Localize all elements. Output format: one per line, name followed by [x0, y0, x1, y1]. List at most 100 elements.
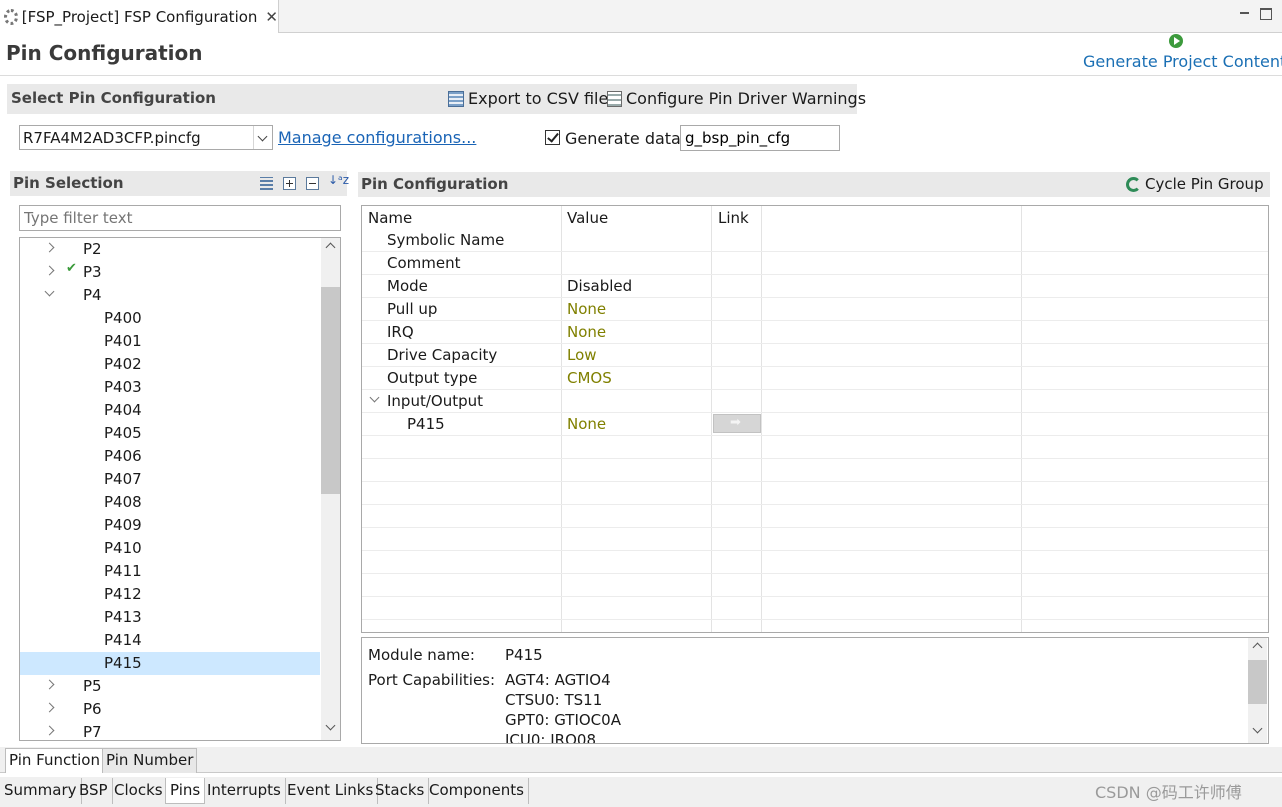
export-csv-button[interactable]: Export to CSV file — [448, 89, 608, 108]
grid-empty-row — [362, 436, 1268, 459]
scroll-up-icon[interactable] — [321, 238, 340, 258]
grid-row[interactable]: Output type CMOS — [362, 367, 1268, 390]
capability-item: GPT0: GTIOC0A — [505, 711, 621, 729]
editor-tab-summary[interactable]: Summary — [0, 778, 82, 804]
property-value[interactable]: CMOS — [567, 369, 612, 387]
grid-row[interactable]: Mode Disabled — [362, 275, 1268, 298]
tree-item[interactable]: ✔ P3 — [20, 261, 320, 284]
editor-tab-bsp[interactable]: BSP — [75, 778, 113, 804]
chevron-right-icon[interactable] — [44, 265, 55, 276]
pin-filter-input[interactable] — [19, 205, 341, 231]
tree-item[interactable]: P411 — [20, 560, 320, 583]
tree-item[interactable]: P406 — [20, 445, 320, 468]
column-header-name[interactable]: Name — [368, 209, 412, 227]
editor-tab-event-links[interactable]: Event Links — [283, 778, 379, 804]
property-name: P415 — [407, 415, 445, 433]
generate-project-content-button[interactable]: Generate Project Content — [1082, 32, 1282, 72]
close-icon[interactable]: ✕ — [265, 8, 278, 26]
editor-tab-clocks[interactable]: Clocks — [110, 778, 168, 804]
grid-row[interactable]: IRQ None — [362, 321, 1268, 344]
grid-row[interactable]: Pull up None — [362, 298, 1268, 321]
chevron-right-icon[interactable] — [44, 702, 55, 713]
grid-row[interactable]: P415 None — [362, 413, 1268, 436]
property-value[interactable]: Low — [567, 346, 597, 364]
tree-item[interactable]: P412 — [20, 583, 320, 606]
property-value[interactable]: None — [567, 323, 606, 341]
chevron-down-icon[interactable] — [44, 286, 55, 297]
tree-scroll-thumb[interactable] — [321, 287, 340, 494]
editor-tab-interrupts[interactable]: Interrupts — [203, 778, 286, 804]
export-csv-label: Export to CSV file — [468, 89, 609, 108]
info-scroll-thumb[interactable] — [1248, 660, 1267, 704]
link-arrow-button[interactable] — [713, 414, 761, 433]
tree-item[interactable]: P414 — [20, 629, 320, 652]
scroll-up-icon[interactable] — [1248, 638, 1267, 658]
configure-warnings-button[interactable]: Configure Pin Driver Warnings — [607, 89, 866, 108]
list-view-icon[interactable] — [260, 177, 273, 190]
tree-item[interactable]: P402 — [20, 353, 320, 376]
info-scrollbar[interactable] — [1248, 638, 1267, 743]
select-pin-configuration-bar: Select Pin Configuration Export to CSV f… — [7, 84, 866, 114]
editor-tab-pins[interactable]: Pins — [165, 778, 206, 804]
editor-tab-components[interactable]: Components — [425, 778, 529, 804]
property-name: Mode — [387, 277, 428, 295]
tree-item[interactable]: P404 — [20, 399, 320, 422]
tree-item[interactable]: P407 — [20, 468, 320, 491]
tree-item[interactable]: P5 — [20, 675, 320, 698]
expand-all-icon[interactable] — [283, 177, 296, 190]
tree-item[interactable]: P410 — [20, 537, 320, 560]
chevron-right-icon[interactable] — [44, 725, 55, 736]
tree-item[interactable]: P408 — [20, 491, 320, 514]
column-header-value[interactable]: Value — [567, 209, 608, 227]
tree-item[interactable]: P403 — [20, 376, 320, 399]
tree-item-label: P412 — [104, 585, 142, 603]
grid-row[interactable]: Comment — [362, 252, 1268, 275]
tree-item[interactable]: P2 — [20, 238, 320, 261]
port-capabilities-label: Port Capabilities: — [368, 671, 496, 689]
tree-item[interactable]: P415 — [20, 652, 320, 675]
scroll-down-icon[interactable] — [1248, 723, 1267, 743]
manage-configurations-link[interactable]: Manage configurations... — [278, 128, 476, 147]
column-header-link[interactable]: Link — [718, 209, 749, 227]
sort-az-icon[interactable]: ↓ᵃz — [328, 173, 349, 187]
chevron-down-icon[interactable] — [253, 126, 272, 149]
tree-item-label: P411 — [104, 562, 142, 580]
chevron-down-icon[interactable] — [369, 392, 380, 403]
collapse-all-icon[interactable] — [306, 177, 319, 190]
maximize-icon[interactable] — [1258, 6, 1274, 22]
property-value[interactable]: None — [567, 300, 606, 318]
property-name: Pull up — [387, 300, 438, 318]
grid-row[interactable]: Drive Capacity Low — [362, 344, 1268, 367]
tree-item[interactable]: P409 — [20, 514, 320, 537]
chevron-right-icon[interactable] — [44, 679, 55, 690]
cycle-pin-group-button[interactable]: Cycle Pin Group — [1126, 175, 1264, 193]
tree-item-label: P409 — [104, 516, 142, 534]
tree-item[interactable]: P4 — [20, 284, 320, 307]
editor-tab[interactable]: [FSP_Project] FSP Configuration ✕ — [0, 0, 279, 33]
pin-config-select[interactable]: R7FA4M2AD3CFP.pincfg — [19, 125, 273, 150]
tree-item[interactable]: P413 — [20, 606, 320, 629]
tree-item[interactable]: P400 — [20, 307, 320, 330]
generate-data-label: Generate data: — [565, 129, 687, 148]
scroll-down-icon[interactable] — [321, 720, 340, 740]
tree-item[interactable]: P401 — [20, 330, 320, 353]
generate-data-checkbox[interactable] — [545, 130, 560, 145]
minimize-icon[interactable] — [1237, 6, 1253, 22]
grid-row[interactable]: Input/Output — [362, 390, 1268, 413]
tree-item[interactable]: P405 — [20, 422, 320, 445]
tab-pin-number[interactable]: Pin Number — [102, 748, 198, 773]
editor-page-tabs: Summary BSP Clocks Pins Interrupts Event Link… — [0, 777, 1282, 807]
play-icon — [1169, 34, 1183, 48]
tab-pin-function[interactable]: Pin Function — [5, 748, 104, 773]
property-value[interactable]: None — [567, 415, 606, 433]
property-value[interactable]: Disabled — [567, 277, 632, 295]
tree-item[interactable]: P6 — [20, 698, 320, 721]
tree-scrollbar[interactable] — [321, 238, 340, 740]
checkmark-icon: ✔ — [66, 261, 77, 276]
editor-tab-stacks[interactable]: Stacks — [371, 778, 430, 804]
chevron-right-icon[interactable] — [44, 242, 55, 253]
generate-data-input[interactable] — [680, 125, 840, 151]
tree-item[interactable]: P7 — [20, 721, 320, 740]
property-name: Comment — [387, 254, 461, 272]
grid-row[interactable]: Symbolic Name — [362, 229, 1268, 252]
